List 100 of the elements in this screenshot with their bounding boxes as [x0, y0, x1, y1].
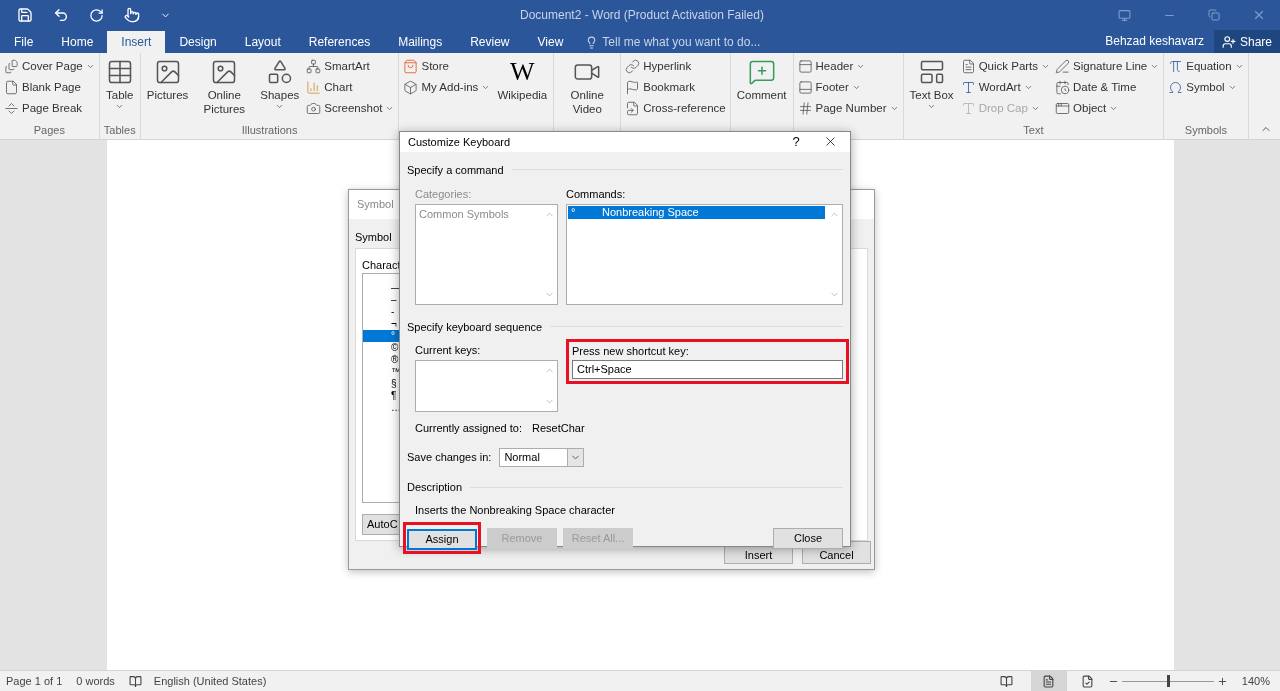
- ribbon-button[interactable]: Header: [797, 56, 899, 77]
- ribbon-tab[interactable]: Layout: [230, 31, 295, 53]
- assigned-command: ResetChar: [532, 420, 585, 436]
- caret-icon: [851, 83, 861, 92]
- group-label: Text: [1022, 123, 1045, 138]
- ribbon-button[interactable]: Page Number: [797, 98, 899, 119]
- ribbon-tab[interactable]: File: [0, 31, 48, 53]
- ribbon-button[interactable]: Blank Page: [4, 77, 95, 98]
- ribbon-button[interactable]: SmartArt: [306, 56, 395, 77]
- ribbon-button[interactable]: Chart: [306, 77, 395, 98]
- zoom-percentage[interactable]: 140%: [1227, 672, 1280, 690]
- ribbon-button[interactable]: Online Video: [558, 56, 617, 123]
- ribbon-button[interactable]: Footer: [797, 77, 899, 98]
- ribbon-tab[interactable]: View: [523, 31, 578, 53]
- ribbon-button[interactable]: Date & Time: [1055, 77, 1160, 98]
- ribbon-button[interactable]: Object: [1055, 98, 1160, 119]
- dialog-button[interactable]: Assign: [407, 528, 477, 550]
- ribbon-tab[interactable]: Home: [47, 31, 108, 53]
- ribbon-button[interactable]: My Add-ins: [403, 77, 491, 98]
- flag-icon: [625, 80, 641, 95]
- print-layout-button[interactable]: [1030, 670, 1067, 691]
- window-title: Document2 - Word (Product Activation Failed): [520, 7, 764, 24]
- footer-icon: [797, 80, 813, 95]
- shortcut-input[interactable]: Ctrl+Space: [572, 359, 843, 379]
- web-layout-icon[interactable]: [1080, 674, 1094, 688]
- page-break-icon: [4, 101, 19, 116]
- dialog-button[interactable]: Close: [773, 527, 843, 549]
- proofing-icon[interactable]: [128, 674, 142, 688]
- ribbon-button[interactable]: Text Box: [907, 56, 956, 123]
- letter-icon: [960, 80, 976, 95]
- word-count[interactable]: 0 words: [76, 672, 129, 690]
- ribbon-button[interactable]: Signature Line: [1055, 56, 1160, 77]
- caret-icon: [1150, 62, 1160, 71]
- group-label: Illustrations: [240, 123, 299, 138]
- ribbon-button[interactable]: Hyperlink: [625, 56, 726, 77]
- ribbon-button[interactable]: Online Pictures: [195, 56, 254, 123]
- ribbon-button[interactable]: Quick Parts: [960, 56, 1051, 77]
- help-button[interactable]: ?: [781, 132, 811, 152]
- page-icon: [1042, 674, 1056, 688]
- ribbon-button[interactable]: Bookmark: [625, 77, 726, 98]
- field-label: Currently assigned to:: [415, 420, 522, 436]
- ribbon-button[interactable]: Comment: [734, 56, 789, 123]
- commands-list[interactable]: ° Nonbreaking Space: [566, 203, 843, 305]
- header-icon: [797, 59, 813, 74]
- caret-icon: [275, 102, 285, 111]
- ribbon-tab[interactable]: Insert: [107, 31, 166, 53]
- ribbon-button[interactable]: Pictures: [144, 56, 191, 123]
- user-name[interactable]: Behzad keshavarz: [1105, 31, 1214, 53]
- undo-icon[interactable]: [53, 7, 69, 23]
- ribbon-button[interactable]: Table: [103, 56, 136, 123]
- field-label: Categories:: [415, 187, 473, 202]
- ribbon-tab[interactable]: References: [294, 31, 385, 53]
- ribbon-button[interactable]: Screenshot: [306, 98, 395, 119]
- caret-icon: [1234, 62, 1244, 71]
- save-icon[interactable]: [17, 7, 33, 23]
- ribbon-button[interactable]: WordArt: [960, 77, 1051, 98]
- ribbon-tab[interactable]: Review: [456, 31, 524, 53]
- zoom-slider-thumb[interactable]: [1166, 674, 1170, 687]
- save-dropdown[interactable]: Normal: [499, 448, 585, 467]
- ribbon-button[interactable]: Cover Page: [4, 56, 95, 77]
- page-count[interactable]: Page 1 of 1: [0, 672, 77, 690]
- caret-icon: [85, 62, 95, 71]
- touch-mode-icon[interactable]: [124, 7, 140, 23]
- letter-icon: [960, 101, 976, 116]
- ribbon-button[interactable]: W Wikipedia: [495, 56, 550, 123]
- ribbon-button[interactable]: Shapes: [258, 56, 302, 123]
- group-label: Symbols: [1183, 123, 1229, 138]
- command-name: Nonbreaking Space: [602, 205, 699, 219]
- redo-icon[interactable]: [89, 7, 104, 23]
- document-link-icon: [625, 101, 641, 116]
- zoom-in-icon[interactable]: [1216, 675, 1228, 687]
- ribbon-button[interactable]: Symbol: [1168, 77, 1244, 98]
- pi-icon: [1168, 59, 1184, 74]
- group-label: Tables: [103, 123, 136, 138]
- share-button[interactable]: Share: [1213, 30, 1280, 53]
- ribbon-button[interactable]: Cross-reference: [625, 98, 726, 119]
- field-label: Current keys:: [415, 343, 482, 358]
- field-label: Charact: [362, 257, 402, 273]
- ribbon-button[interactable]: Page Break: [4, 98, 95, 119]
- ribbon-tab[interactable]: Design: [165, 31, 231, 53]
- tell-me-field[interactable]: Tell me what you want to do...: [602, 33, 803, 51]
- autocorrect-button[interactable]: AutoC: [362, 514, 402, 535]
- box-icon: [403, 80, 419, 95]
- ribbon-display-icon[interactable]: [1118, 8, 1131, 22]
- ribbon-button[interactable]: Equation: [1168, 56, 1244, 77]
- language[interactable]: English (United States): [153, 672, 267, 690]
- field-label: Commands:: [566, 187, 627, 202]
- tab[interactable]: Symbol: [355, 229, 395, 246]
- pen-icon: [1055, 59, 1071, 74]
- ribbon-tab[interactable]: Mailings: [384, 31, 457, 53]
- section-heading: Description: [407, 480, 463, 495]
- list-item[interactable]: ° Nonbreaking Space: [568, 205, 825, 219]
- caret-icon: [856, 62, 866, 71]
- restore-icon[interactable]: [1208, 9, 1220, 21]
- pages-icon: [4, 59, 19, 74]
- ribbon-button[interactable]: Store: [403, 56, 491, 77]
- symbol-glyph: °: [570, 205, 577, 219]
- read-mode-icon[interactable]: [999, 674, 1013, 688]
- field-label: Press new shortcut key:: [572, 344, 690, 359]
- comment-icon: [747, 58, 776, 86]
